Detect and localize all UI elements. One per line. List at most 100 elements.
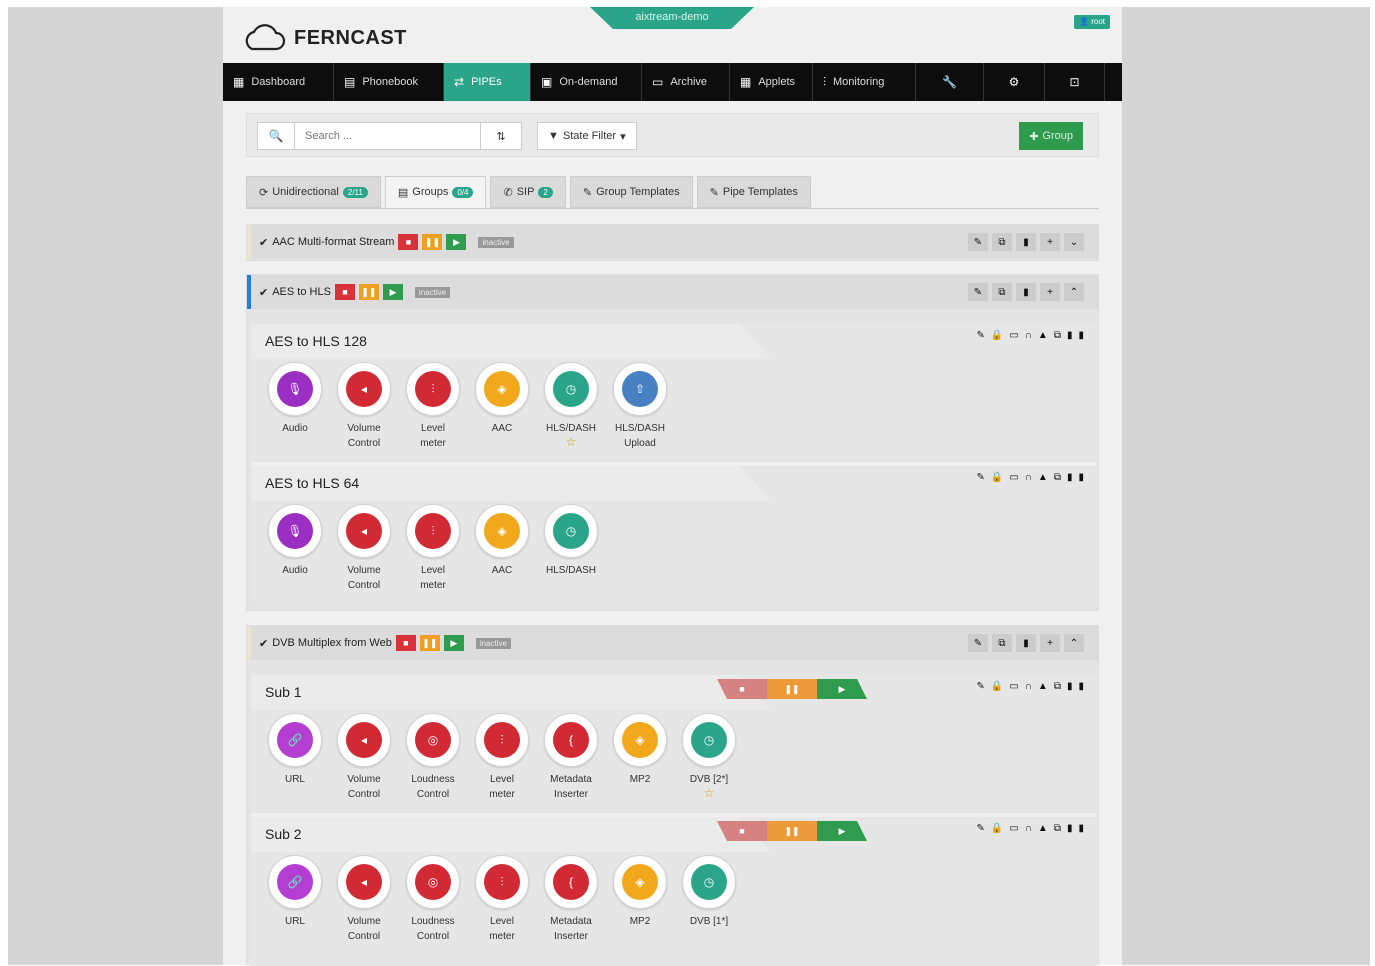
pipe-node[interactable]: ◷ HLS/DASH bbox=[536, 504, 606, 578]
upload-icon[interactable]: ▲ bbox=[1038, 330, 1048, 341]
monitor-icon[interactable]: ▭ bbox=[1009, 681, 1018, 692]
nav-item-dashboard[interactable]: ▦ Dashboard bbox=[223, 63, 334, 101]
user-badge[interactable]: 👤 root bbox=[1074, 15, 1110, 29]
book-icon[interactable]: ▮ bbox=[1078, 681, 1084, 692]
chevron-up-icon[interactable]: ⌃ bbox=[1064, 634, 1084, 652]
stop-button[interactable]: ■ bbox=[395, 635, 416, 651]
copy-icon[interactable]: ⧉ bbox=[992, 283, 1012, 301]
delete-icon[interactable]: ▮ bbox=[1067, 472, 1073, 483]
tab-group-templates[interactable]: ✎ Group Templates bbox=[569, 176, 693, 208]
tab-pipe-templates[interactable]: ✎ Pipe Templates bbox=[696, 176, 811, 208]
nav-item-wrench[interactable]: 🔧 bbox=[916, 63, 984, 101]
pipe-node[interactable]: ◷ DVB [2*] ☆ bbox=[674, 713, 744, 799]
pipe-node[interactable]: ◂ Volume Control bbox=[329, 855, 399, 944]
pipe-node[interactable]: ◈ MP2 bbox=[605, 713, 675, 787]
book-icon[interactable]: ▮ bbox=[1078, 823, 1084, 834]
state-filter-button[interactable]: ▼ State Filter ▾ bbox=[537, 122, 637, 150]
stop-button[interactable]: ■ bbox=[717, 679, 767, 699]
pipe-node[interactable]: ◎ Loudness Control bbox=[398, 855, 468, 944]
pause-button[interactable]: ❚❚ bbox=[767, 679, 817, 699]
monitor-icon[interactable]: ▭ bbox=[1009, 823, 1018, 834]
nav-item-phonebook[interactable]: ▤ Phonebook bbox=[334, 63, 444, 101]
group-header[interactable]: ✔ DVB Multiplex from Web ■ ❚❚ ▶ inactive… bbox=[247, 626, 1098, 660]
pipe-node[interactable]: 🔗 URL bbox=[260, 713, 330, 787]
pipe-node[interactable]: ◈ AAC bbox=[467, 504, 537, 578]
group-header[interactable]: ✔ AES to HLS ■ ❚❚ ▶ inactive ✎ ⧉ ▮ + ⌃ bbox=[247, 275, 1098, 309]
pipe-node[interactable]: 🎙 Audio bbox=[260, 504, 330, 578]
edit-icon[interactable]: ✎ bbox=[968, 634, 988, 652]
pipe-node[interactable]: 🔗 URL bbox=[260, 855, 330, 929]
headphones-icon[interactable]: ∩ bbox=[1025, 472, 1032, 483]
lock-icon[interactable]: 🔒 bbox=[991, 681, 1003, 692]
pipe-node[interactable]: 🎙 Audio bbox=[260, 362, 330, 436]
book-icon[interactable]: ▮ bbox=[1016, 634, 1036, 652]
book-icon[interactable]: ▮ bbox=[1078, 472, 1084, 483]
copy-icon[interactable]: ⧉ bbox=[992, 634, 1012, 652]
book-icon[interactable]: ▮ bbox=[1016, 283, 1036, 301]
play-button[interactable]: ▶ bbox=[817, 821, 867, 841]
copy-icon[interactable]: ⧉ bbox=[992, 233, 1012, 251]
pipe-node[interactable]: ⫶ Level meter bbox=[398, 504, 468, 593]
pipe-node[interactable]: ⫶ Level meter bbox=[467, 855, 537, 944]
copy-icon[interactable]: ⧉ bbox=[1054, 330, 1061, 341]
nav-item-gear[interactable]: ⚙ bbox=[984, 63, 1045, 101]
delete-icon[interactable]: ▮ bbox=[1067, 330, 1073, 341]
pipe-node[interactable]: ◈ MP2 bbox=[605, 855, 675, 929]
edit-icon[interactable]: ✎ bbox=[976, 823, 984, 834]
stop-button[interactable]: ■ bbox=[334, 284, 355, 300]
delete-icon[interactable]: ▮ bbox=[1067, 823, 1073, 834]
pipe-node[interactable]: {Metadata Inserter bbox=[536, 713, 606, 802]
play-button[interactable]: ▶ bbox=[443, 635, 464, 651]
pause-button[interactable]: ❚❚ bbox=[358, 284, 379, 300]
book-icon[interactable]: ▮ bbox=[1078, 330, 1084, 341]
stop-button[interactable]: ■ bbox=[717, 821, 767, 841]
logo[interactable]: FERNCAST bbox=[242, 24, 407, 52]
upload-icon[interactable]: ▲ bbox=[1038, 472, 1048, 483]
search-icon[interactable]: 🔍 bbox=[258, 123, 295, 149]
pipe-node[interactable]: ◂ Volume Control bbox=[329, 713, 399, 802]
lock-icon[interactable]: 🔒 bbox=[991, 823, 1003, 834]
sort-button[interactable]: ⇅ bbox=[480, 123, 521, 149]
tab-unidirectional[interactable]: ⟳ Unidirectional 2/11 bbox=[246, 176, 381, 208]
delete-icon[interactable]: ▮ bbox=[1067, 681, 1073, 692]
lock-icon[interactable]: 🔒 bbox=[991, 472, 1003, 483]
pipe-node[interactable]: ◈ AAC bbox=[467, 362, 537, 436]
play-button[interactable]: ▶ bbox=[382, 284, 403, 300]
play-button[interactable]: ▶ bbox=[817, 679, 867, 699]
headphones-icon[interactable]: ∩ bbox=[1025, 330, 1032, 341]
headphones-icon[interactable]: ∩ bbox=[1025, 681, 1032, 692]
nav-item-logout[interactable]: ⊡ bbox=[1045, 63, 1105, 101]
pipe-node[interactable]: ◂ Volume Control bbox=[329, 362, 399, 451]
add-icon[interactable]: + bbox=[1040, 233, 1060, 251]
pipe-node[interactable]: ⫶ Level meter bbox=[398, 362, 468, 451]
nav-item-on-demand[interactable]: ▣ On-demand bbox=[531, 63, 642, 101]
play-button[interactable]: ▶ bbox=[446, 234, 467, 250]
tab-groups[interactable]: ▤ Groups 0/4 bbox=[384, 176, 487, 208]
pause-button[interactable]: ❚❚ bbox=[422, 234, 443, 250]
upload-icon[interactable]: ▲ bbox=[1038, 681, 1048, 692]
pipe-node[interactable]: ◎ Loudness Control bbox=[398, 713, 468, 802]
search-input[interactable] bbox=[295, 123, 480, 149]
pipe-node[interactable]: {Metadata Inserter bbox=[536, 855, 606, 944]
edit-icon[interactable]: ✎ bbox=[976, 330, 984, 341]
copy-icon[interactable]: ⧉ bbox=[1054, 472, 1061, 483]
monitor-icon[interactable]: ▭ bbox=[1009, 472, 1018, 483]
book-icon[interactable]: ▮ bbox=[1016, 233, 1036, 251]
nav-item-archive[interactable]: ▭ Archive bbox=[642, 63, 730, 101]
pipe-node[interactable]: ◷ HLS/DASH ☆ bbox=[536, 362, 606, 448]
copy-icon[interactable]: ⧉ bbox=[1054, 823, 1061, 834]
nav-item-applets[interactable]: ▦ Applets bbox=[730, 63, 813, 101]
edit-icon[interactable]: ✎ bbox=[976, 681, 984, 692]
chevron-up-icon[interactable]: ⌃ bbox=[1064, 283, 1084, 301]
nav-item-pipes[interactable]: ⇄ PIPEs bbox=[444, 63, 531, 101]
group-header[interactable]: ✔ AAC Multi-format Stream ■ ❚❚ ▶ inactiv… bbox=[247, 225, 1098, 259]
add-icon[interactable]: + bbox=[1040, 283, 1060, 301]
pipe-node[interactable]: ◂ Volume Control bbox=[329, 504, 399, 593]
lock-icon[interactable]: 🔒 bbox=[991, 330, 1003, 341]
edit-icon[interactable]: ✎ bbox=[968, 233, 988, 251]
chevron-down-icon[interactable]: ⌄ bbox=[1064, 233, 1084, 251]
add-icon[interactable]: + bbox=[1040, 634, 1060, 652]
upload-icon[interactable]: ▲ bbox=[1038, 823, 1048, 834]
pipe-node[interactable]: ◷ DVB [1*] bbox=[674, 855, 744, 929]
add-group-button[interactable]: ✚ Group bbox=[1019, 122, 1083, 150]
